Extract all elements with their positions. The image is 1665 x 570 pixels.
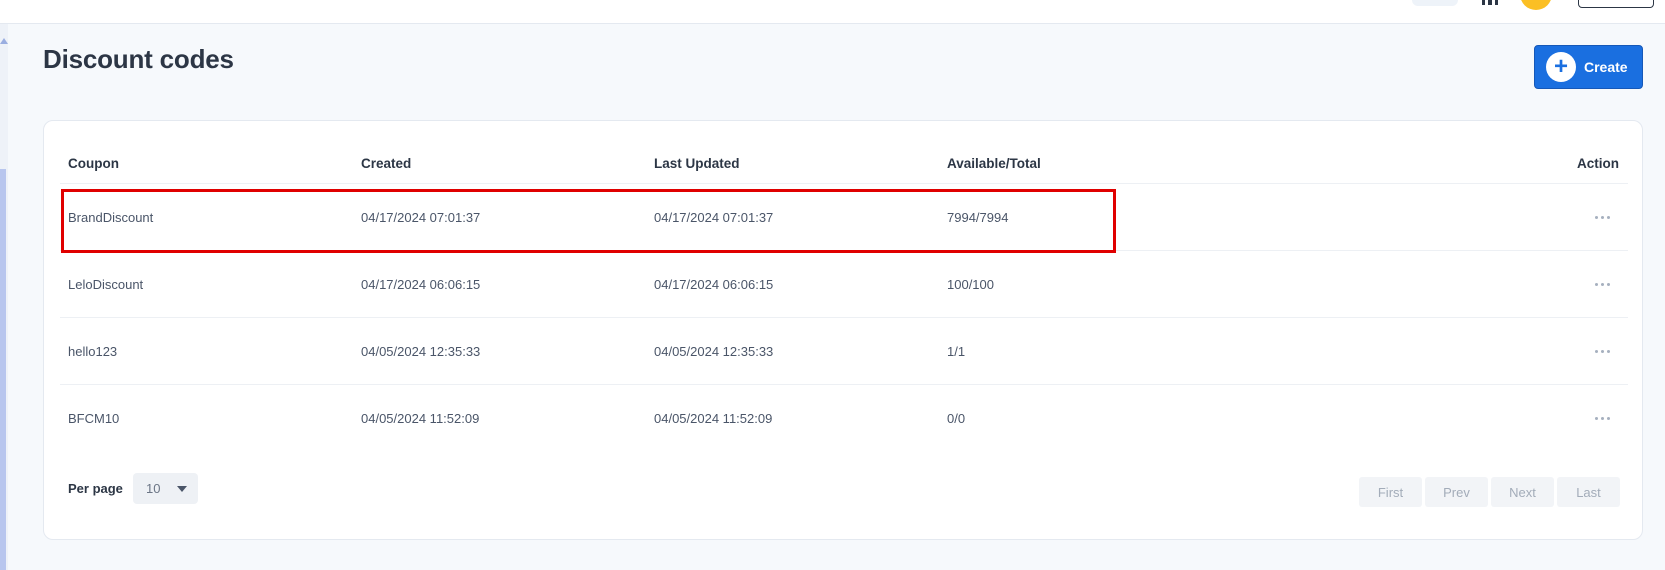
coupon-name: LeloDiscount: [68, 276, 144, 292]
column-header-last-updated: Last Updated: [654, 155, 740, 171]
plus-icon: +: [1546, 52, 1576, 82]
last-updated-date: 04/17/2024 07:01:37: [654, 209, 774, 225]
coupon-name: BFCM10: [68, 410, 120, 426]
row-action: [1595, 385, 1619, 451]
table-header: Coupon Created Last Updated Available/To…: [60, 143, 1628, 183]
next-page-button[interactable]: Next: [1491, 477, 1554, 507]
per-page-label: Per page: [68, 480, 123, 496]
coupon-name: BrandDiscount: [68, 209, 154, 225]
created-date: 04/05/2024 12:35:33: [361, 343, 481, 359]
top-bar-chip[interactable]: [1412, 0, 1458, 6]
row-action: [1595, 318, 1619, 384]
top-bar-button[interactable]: [1578, 0, 1654, 8]
left-rail-scrollbar[interactable]: [0, 169, 6, 570]
row-action: [1595, 251, 1619, 317]
table-row[interactable]: LeloDiscount 04/17/2024 06:06:15 04/17/2…: [60, 250, 1628, 317]
column-header-action: Action: [1577, 155, 1619, 171]
last-updated-date: 04/05/2024 12:35:33: [654, 343, 774, 359]
left-rail: [0, 24, 8, 570]
more-horizontal-icon[interactable]: [1595, 416, 1610, 420]
per-page-value: 10: [146, 481, 161, 496]
page-title: Discount codes: [43, 44, 234, 74]
row-action: [1595, 184, 1619, 250]
coupon-name: hello123: [68, 343, 118, 359]
created-date: 04/05/2024 11:52:09: [361, 410, 480, 426]
available-total: 100/100: [947, 276, 994, 292]
last-page-button[interactable]: Last: [1557, 477, 1620, 507]
per-page-select[interactable]: 10: [133, 473, 198, 504]
column-header-coupon: Coupon: [68, 155, 119, 171]
prev-page-button[interactable]: Prev: [1425, 477, 1488, 507]
last-updated-date: 04/05/2024 11:52:09: [654, 410, 773, 426]
apps-grid-icon[interactable]: [1482, 0, 1498, 5]
available-total: 1/1: [947, 343, 966, 359]
discount-codes-card: Coupon Created Last Updated Available/To…: [43, 120, 1643, 540]
available-total: 0/0: [947, 410, 966, 426]
column-header-created: Created: [361, 155, 412, 171]
available-total: 7994/7994: [947, 209, 1009, 225]
chevron-down-icon: [177, 486, 187, 492]
created-date: 04/17/2024 07:01:37: [361, 209, 481, 225]
create-button-label: Create: [1584, 59, 1628, 75]
more-horizontal-icon[interactable]: [1595, 215, 1610, 219]
table-row[interactable]: BFCM10 04/05/2024 11:52:09 04/05/2024 11…: [60, 384, 1628, 451]
scroll-up-arrow-icon[interactable]: [0, 38, 8, 44]
table-row[interactable]: hello123 04/05/2024 12:35:33 04/05/2024 …: [60, 317, 1628, 384]
created-date: 04/17/2024 06:06:15: [361, 276, 481, 292]
table-footer: Per page 10 First Prev Next Last: [68, 473, 1620, 507]
pagination: First Prev Next Last: [1359, 477, 1620, 507]
avatar[interactable]: [1520, 0, 1552, 10]
more-horizontal-icon[interactable]: [1595, 349, 1610, 353]
more-horizontal-icon[interactable]: [1595, 282, 1610, 286]
last-updated-date: 04/17/2024 06:06:15: [654, 276, 774, 292]
column-header-available-total: Available/Total: [947, 155, 1041, 171]
create-button[interactable]: + Create: [1534, 45, 1643, 89]
top-bar: [0, 0, 1665, 24]
table-row[interactable]: BrandDiscount 04/17/2024 07:01:37 04/17/…: [60, 183, 1628, 250]
first-page-button[interactable]: First: [1359, 477, 1422, 507]
